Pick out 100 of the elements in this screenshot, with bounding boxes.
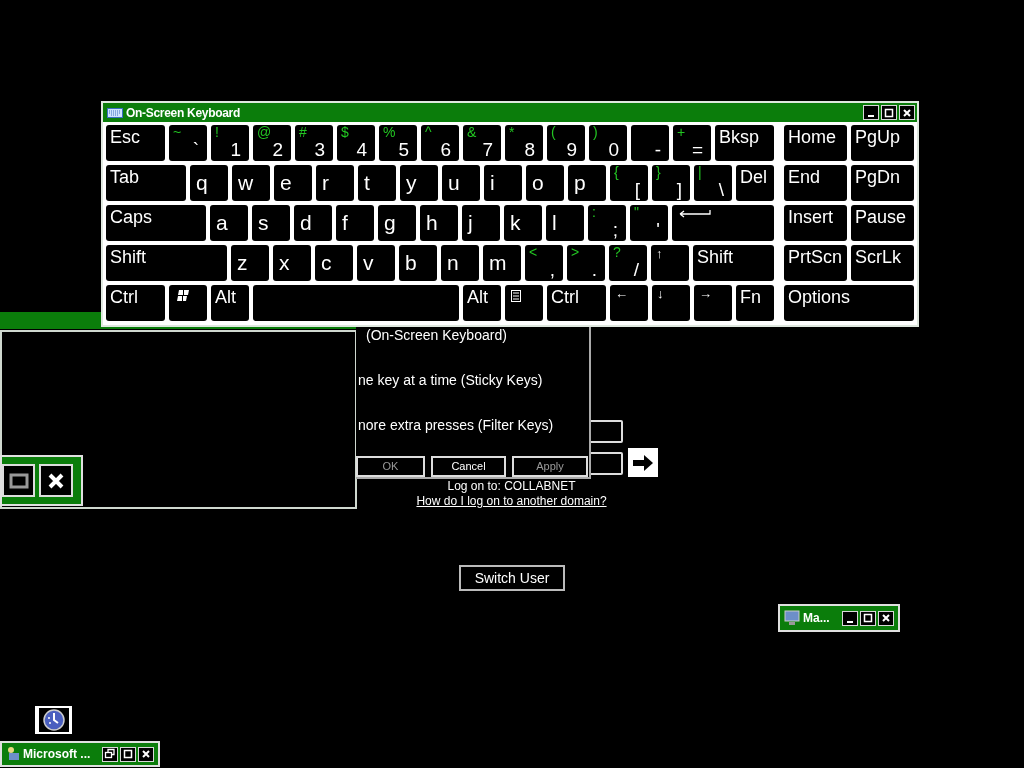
keyboard-key[interactable]: @ 2 <box>253 125 291 161</box>
keyboard-key[interactable]: ) 0 <box>589 125 627 161</box>
keyboard-key[interactable]: q <box>190 165 228 201</box>
keyboard-key[interactable]: i <box>484 165 522 201</box>
close-button[interactable] <box>899 105 915 120</box>
maximize-icon <box>883 106 895 119</box>
keyboard-key[interactable]: Caps <box>106 205 206 241</box>
keyboard-key[interactable]: Alt <box>463 285 501 321</box>
keyboard-key[interactable]: Del <box>736 165 774 201</box>
keyboard-key[interactable]: w <box>232 165 270 201</box>
keyboard-key[interactable]: PgUp <box>851 125 914 161</box>
option-text: ne key at a time (Sticky Keys) <box>357 371 544 389</box>
keyboard-key[interactable]: | \ <box>694 165 732 201</box>
keyboard-key[interactable]: ScrLk <box>851 245 914 281</box>
keyboard-key[interactable]: % 5 <box>379 125 417 161</box>
keyboard-key[interactable]: a <box>210 205 248 241</box>
keyboard-key[interactable]: } ] <box>652 165 690 201</box>
keyboard-key[interactable]: v <box>357 245 395 281</box>
keyboard-key[interactable]: " ' <box>630 205 668 241</box>
keyboard-key[interactable]: k <box>504 205 542 241</box>
submit-button[interactable] <box>628 448 658 477</box>
keyboard-key[interactable]: > . <box>567 245 605 281</box>
keyboard-key[interactable]: { [ <box>610 165 648 201</box>
keyboard-key[interactable]: y <box>400 165 438 201</box>
keyboard-key[interactable]: x <box>273 245 311 281</box>
dialog-button[interactable]: Cancel <box>431 456 506 477</box>
minimized-window[interactable]: Ma... <box>778 604 900 632</box>
keyboard-key[interactable]: c <box>315 245 353 281</box>
enter-key[interactable] <box>672 205 774 241</box>
keyboard-key[interactable]: u <box>442 165 480 201</box>
maximize-button[interactable] <box>860 610 876 626</box>
keyboard-key[interactable]: d <box>294 205 332 241</box>
minimize-button[interactable] <box>863 105 879 120</box>
keyboard-key[interactable]: : ; <box>588 205 626 241</box>
keyboard-key[interactable]: Options <box>784 285 914 321</box>
menu-key[interactable] <box>505 285 543 321</box>
minimize-icon <box>868 115 874 117</box>
keyboard-key[interactable]: Home <box>784 125 847 161</box>
keyboard-key[interactable]: Ctrl <box>106 285 165 321</box>
windows-key[interactable] <box>169 285 207 321</box>
close-button[interactable] <box>39 464 73 497</box>
restore-button[interactable] <box>102 746 118 762</box>
keyboard-key[interactable]: # 3 <box>295 125 333 161</box>
keyboard-key[interactable]: ? / <box>609 245 647 281</box>
keyboard-key[interactable]: + = <box>673 125 711 161</box>
dial-icon[interactable] <box>35 706 72 734</box>
keyboard-key[interactable]: Shift <box>106 245 227 281</box>
keyboard-key[interactable]: Fn <box>736 285 774 321</box>
keyboard-key[interactable]: PrtScn <box>784 245 847 281</box>
keyboard-key[interactable]: → <box>694 285 732 321</box>
keyboard-key[interactable]: & 7 <box>463 125 501 161</box>
keyboard-key[interactable]: ^ 6 <box>421 125 459 161</box>
keyboard-key[interactable]: b <box>399 245 437 281</box>
restore-icon <box>104 748 116 760</box>
switch-user-button[interactable]: Switch User <box>459 565 565 591</box>
keyboard-key[interactable]: * 8 <box>505 125 543 161</box>
keyboard-key[interactable]: End <box>784 165 847 201</box>
keyboard-key[interactable]: PgDn <box>851 165 914 201</box>
minimized-window[interactable]: Microsoft ... <box>0 741 160 767</box>
keyboard-key[interactable]: Ctrl <box>547 285 606 321</box>
keyboard-key[interactable]: ↑ <box>651 245 689 281</box>
window-title: On-Screen Keyboard <box>126 104 240 122</box>
keyboard-key[interactable]: g <box>378 205 416 241</box>
keyboard-key[interactable]: z <box>231 245 269 281</box>
minimize-button[interactable] <box>842 610 858 626</box>
maximize-button[interactable] <box>120 746 136 762</box>
maximize-button[interactable] <box>2 464 35 497</box>
keyboard-key[interactable]: e <box>274 165 312 201</box>
keyboard-key[interactable]: o <box>526 165 564 201</box>
keyboard-key[interactable]: j <box>462 205 500 241</box>
keyboard-key[interactable]: Esc <box>106 125 165 161</box>
keyboard-key[interactable]: Alt <box>211 285 249 321</box>
keyboard-key[interactable]: Tab <box>106 165 186 201</box>
keyboard-key[interactable]: t <box>358 165 396 201</box>
window-title: Microsoft ... <box>23 746 91 763</box>
keyboard-key[interactable]: ↓ <box>652 285 690 321</box>
maximize-button[interactable] <box>881 105 897 120</box>
keyboard-key[interactable]: n <box>441 245 479 281</box>
keyboard-key[interactable]: ( 9 <box>547 125 585 161</box>
close-button[interactable] <box>878 610 894 626</box>
close-button[interactable] <box>138 746 154 762</box>
keyboard-key[interactable]: f <box>336 205 374 241</box>
keyboard-key[interactable]: Bksp <box>715 125 774 161</box>
keyboard-key[interactable]: ← <box>610 285 648 321</box>
keyboard-key[interactable]: ! 1 <box>211 125 249 161</box>
keyboard-key[interactable]: h <box>420 205 458 241</box>
keyboard-key[interactable]: Pause <box>851 205 914 241</box>
keyboard-key[interactable]: $ 4 <box>337 125 375 161</box>
domain-help-link[interactable]: How do I log on to another domain? <box>416 494 607 509</box>
option-text: (On-Screen Keyboard) <box>365 326 508 344</box>
keyboard-key[interactable]: - <box>631 125 669 161</box>
keyboard-key[interactable]: Shift <box>693 245 774 281</box>
keyboard-key[interactable]: s <box>252 205 290 241</box>
keyboard-key[interactable]: l <box>546 205 584 241</box>
keyboard-key[interactable]: p <box>568 165 606 201</box>
keyboard-key[interactable]: ~ ` <box>169 125 207 161</box>
keyboard-key[interactable]: < , <box>525 245 563 281</box>
keyboard-key[interactable]: r <box>316 165 354 201</box>
keyboard-key[interactable]: m <box>483 245 521 281</box>
keyboard-key[interactable]: Insert <box>784 205 847 241</box>
